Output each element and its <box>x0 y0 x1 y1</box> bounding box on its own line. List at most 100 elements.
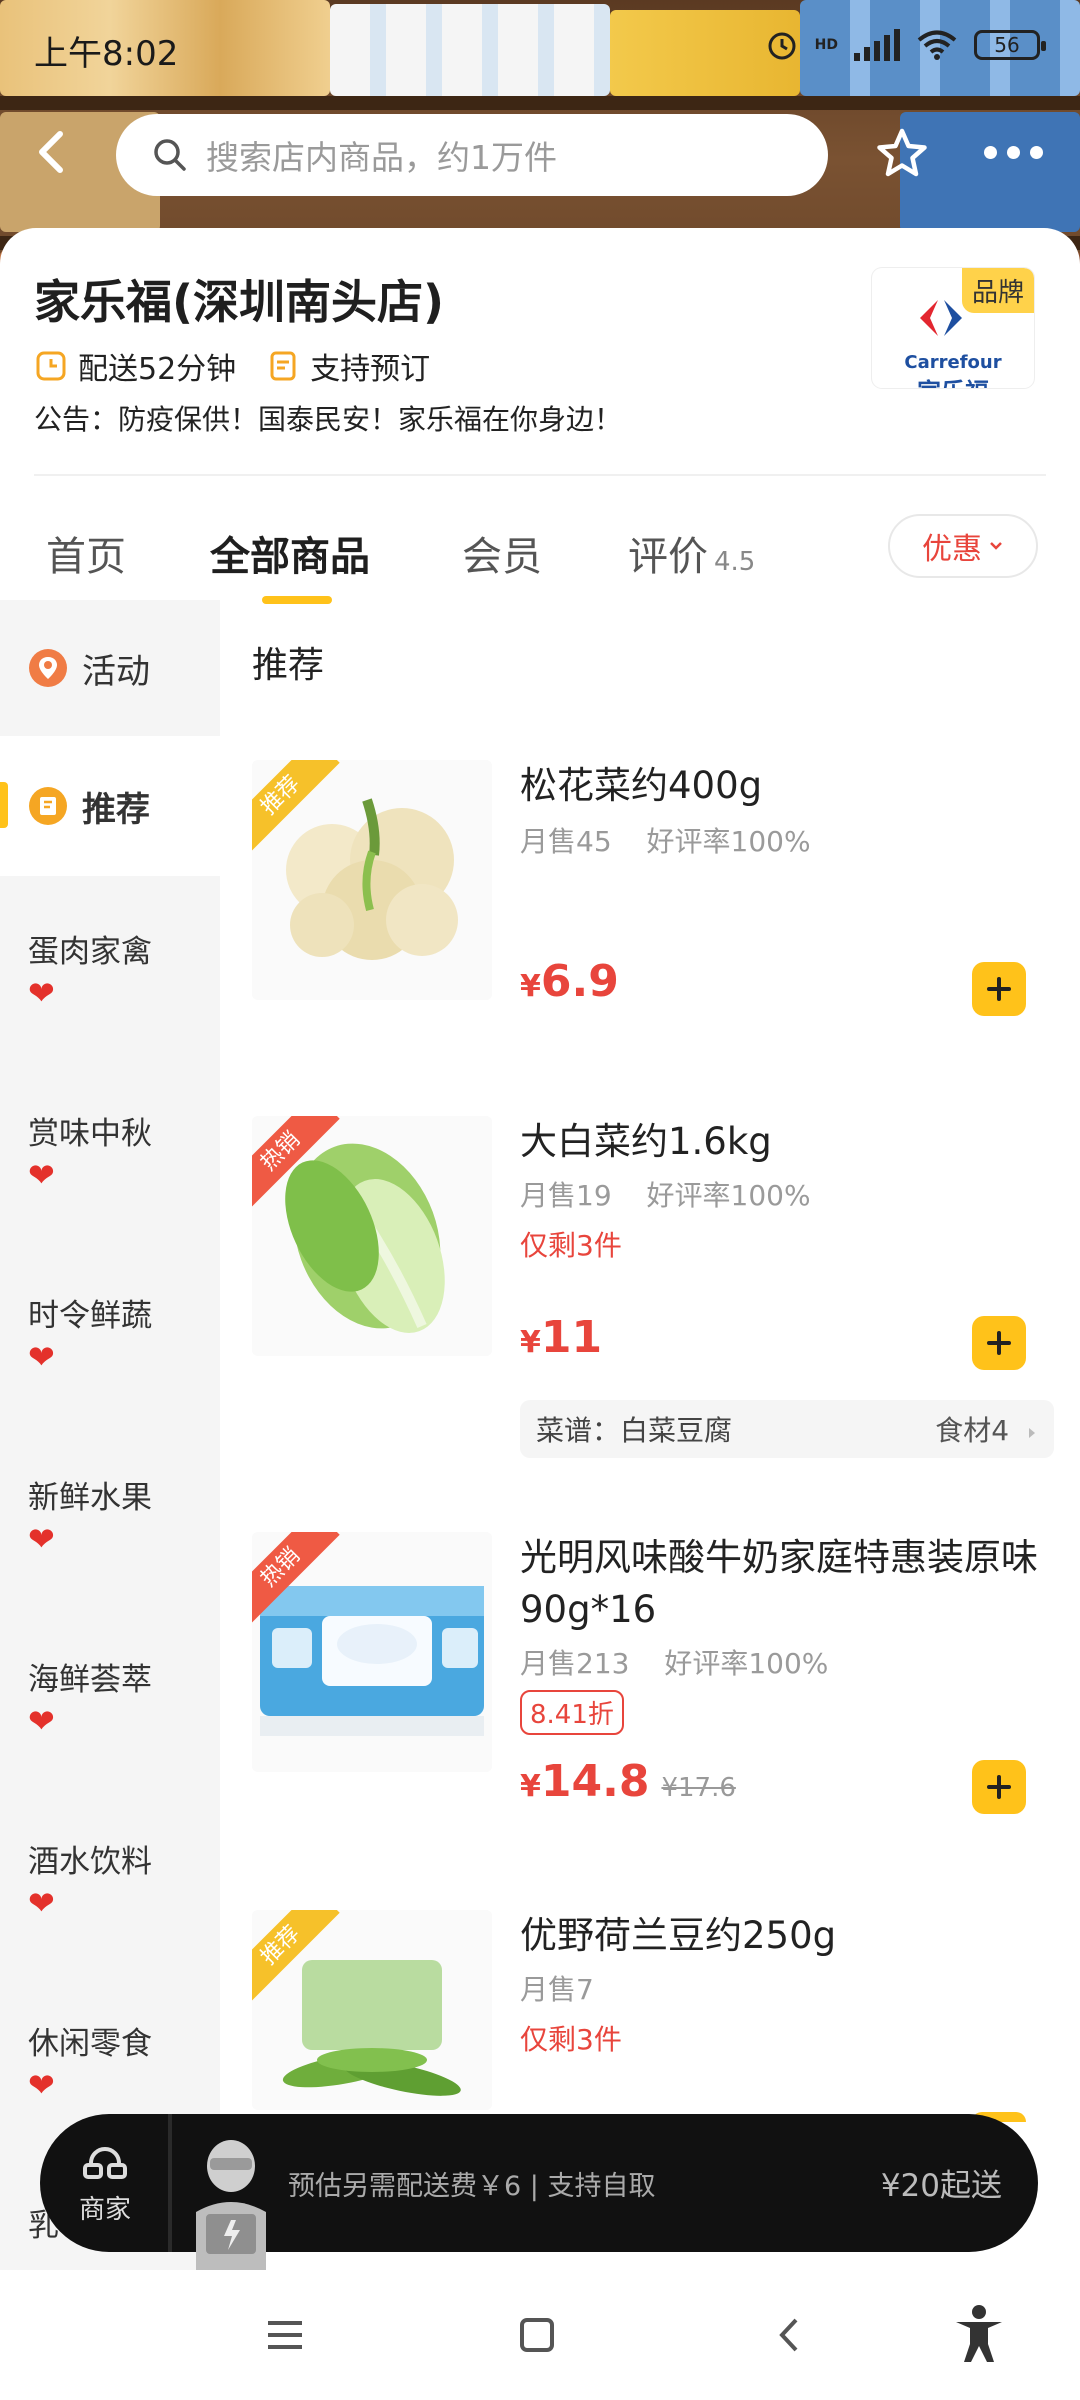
accessibility-icon[interactable] <box>952 2304 1006 2364</box>
store-icon <box>83 2146 127 2179</box>
category-sidebar: 活动 推荐 蛋肉家禽 ❤ 赏味中秋 ❤ 时令鲜蔬 ❤ 新鲜水果 ❤ 海鲜荟萃 ❤… <box>0 600 220 2290</box>
status-time: 上午8:02 <box>34 34 179 74</box>
heart-icon: ❤ <box>28 974 55 1012</box>
battery-level: 56 <box>994 33 1020 57</box>
discount-badge: 8.41折 <box>520 1690 624 1735</box>
search-input[interactable]: 搜索店内商品，约1万件 <box>116 114 828 196</box>
app-root: 上午8:02 HD 56 搜索店内商品，约1万件 家乐福(深圳南头店) 配送52… <box>0 0 1080 2400</box>
stock-warning: 仅剩3件 <box>520 1229 622 1262</box>
store-notice: 公告：防疫保供！国泰民安！家乐福在你身边！ <box>34 403 623 436</box>
back-nav-icon[interactable] <box>766 2310 816 2360</box>
preorder-label: 支持预订 <box>310 352 431 387</box>
store-meta: 配送52分钟 支持预订 <box>36 344 462 388</box>
positive-rate: 好评率100% <box>646 825 811 858</box>
wifi-icon <box>917 30 957 60</box>
original-price: ¥17.6 <box>661 1773 736 1803</box>
monthly-sales: 月售45 <box>520 825 612 858</box>
monthly-sales: 月售213 <box>520 1647 630 1680</box>
add-to-cart-button[interactable] <box>972 1760 1026 1814</box>
sidebar-item-fruits[interactable]: 新鲜水果 ❤ <box>0 1472 220 1555</box>
recipe-link[interactable]: 菜谱：白菜豆腐 食材4 <box>520 1400 1054 1458</box>
minimum-order: ¥20起送 <box>880 2168 1002 2204</box>
merchant-label: 商家 <box>78 2194 131 2225</box>
sidebar-active-indicator <box>0 782 8 828</box>
add-to-cart-button[interactable] <box>972 962 1026 1016</box>
sidebar-item-snacks[interactable]: 休闲零食 ❤ <box>0 2018 220 2101</box>
sidebar-item-label: 海鲜荟萃 <box>28 1662 152 1698</box>
sidebar-item-mid-autumn[interactable]: 赏味中秋 ❤ <box>0 1108 220 1191</box>
active-tab-indicator <box>262 596 332 604</box>
monthly-sales: 月售19 <box>520 1179 612 1212</box>
sidebar-item-vegetables[interactable]: 时令鲜蔬 ❤ <box>0 1290 220 1373</box>
product-price: ¥6.9 <box>520 956 619 1007</box>
product-name: 优野荷兰豆约250g <box>520 1914 837 1957</box>
top-nav: 搜索店内商品，约1万件 <box>0 110 1080 200</box>
brand-tag: 品牌 <box>961 268 1034 313</box>
product-name: 大白菜约1.6kg <box>520 1120 772 1163</box>
plus-icon <box>987 977 1011 1001</box>
plus-icon <box>987 1331 1011 1355</box>
product-sales: 月售45 好评率100% <box>520 820 811 860</box>
promo-button[interactable]: 优惠 <box>888 514 1038 578</box>
product-card[interactable]: 推荐 优野荷兰豆约250g 月售7 仅剩3件 <box>220 1910 1080 2122</box>
price-symbol: ¥ <box>520 969 541 1004</box>
product-card[interactable]: 热销 光明风味酸牛奶家庭特惠装原味90g*16 月售213 好评率100% 8.… <box>220 1532 1080 1852</box>
store-name: 家乐福(深圳南头店) <box>34 275 445 329</box>
product-card[interactable]: 热销 大白菜约1.6kg 月售19 好评率100% 仅剩3件 ¥11 菜谱：白菜… <box>220 1116 1080 1466</box>
preorder-icon <box>270 351 296 381</box>
product-image: 推荐 <box>252 760 492 1000</box>
merchant-button[interactable]: 商家 <box>42 2114 172 2252</box>
back-icon[interactable] <box>26 124 82 180</box>
product-card[interactable]: 推荐 松花菜约400g 月售45 好评率100% ¥6.9 <box>220 760 1080 1040</box>
tab-membership[interactable]: 会员 <box>462 524 542 582</box>
sidebar-item-label: 新鲜水果 <box>28 1480 152 1516</box>
plus-icon <box>987 1775 1011 1799</box>
status-bar: 上午8:02 HD 56 <box>0 0 1080 96</box>
store-logo: 品牌 Carrefour 家乐福 <box>872 268 1034 388</box>
menu-icon[interactable] <box>260 2310 310 2360</box>
product-price: ¥11 <box>520 1312 602 1363</box>
tab-all-products[interactable]: 全部商品 <box>210 524 370 582</box>
product-sales: 月售7 <box>520 1968 594 2008</box>
positive-rate: 好评率100% <box>646 1179 811 1212</box>
store-tabs: 首页 全部商品 会员 评价 4.5 优惠 <box>0 504 1080 604</box>
product-sales: 月售213 好评率100% <box>520 1642 828 1682</box>
search-icon <box>154 139 186 171</box>
sidebar-item-recommend[interactable]: 推荐 <box>0 736 220 876</box>
more-options-icon[interactable] <box>984 140 1044 164</box>
logo-text-cn: 家乐福 <box>872 372 1034 388</box>
section-title: 推荐 <box>252 645 325 686</box>
positive-rate: 好评率100% <box>664 1647 829 1680</box>
sidebar-item-activity[interactable]: 活动 <box>0 600 220 736</box>
monthly-sales: 月售7 <box>520 1973 594 2006</box>
sidebar-item-eggs-meat[interactable]: 蛋肉家禽 ❤ <box>0 926 220 1009</box>
sidebar-item-drinks[interactable]: 酒水饮料 ❤ <box>0 1836 220 1919</box>
tab-home[interactable]: 首页 <box>46 524 126 582</box>
favorite-star-icon[interactable] <box>874 126 930 182</box>
recipe-label: 菜谱：白菜豆腐 <box>536 1414 733 1447</box>
product-sales: 月售19 好评率100% <box>520 1174 811 1214</box>
logo-text-en: Carrefour <box>904 352 1002 373</box>
heart-icon: ❤ <box>28 1884 55 1922</box>
recommend-icon <box>29 787 67 825</box>
shelf <box>0 96 1080 110</box>
preorder-info: 支持预订 <box>268 344 430 388</box>
status-icons: HD 56 <box>765 28 1046 62</box>
product-image: 热销 <box>252 1116 492 1356</box>
tab-reviews-label: 评价 <box>628 534 708 580</box>
heart-icon: ❤ <box>28 1702 55 1740</box>
heart-icon: ❤ <box>28 1156 55 1194</box>
home-icon[interactable] <box>512 2310 562 2360</box>
battery-icon: 56 <box>974 30 1046 60</box>
product-name: 松花菜约400g <box>520 764 763 807</box>
clock-icon <box>36 351 66 381</box>
sidebar-item-seafood[interactable]: 海鲜荟萃 ❤ <box>0 1654 220 1737</box>
system-navigation-bar <box>0 2270 1080 2400</box>
delivery-time-label: 配送52分钟 <box>78 352 237 387</box>
heart-icon: ❤ <box>28 1338 55 1376</box>
product-image: 热销 <box>252 1532 492 1772</box>
tab-reviews[interactable]: 评价 4.5 <box>628 524 755 582</box>
price-symbol: ¥ <box>520 1769 541 1804</box>
cart-bar[interactable]: 商家 预估另需配送费￥6 | 支持自取 ¥20起送 <box>40 2114 1038 2272</box>
add-to-cart-button[interactable] <box>972 1316 1026 1370</box>
